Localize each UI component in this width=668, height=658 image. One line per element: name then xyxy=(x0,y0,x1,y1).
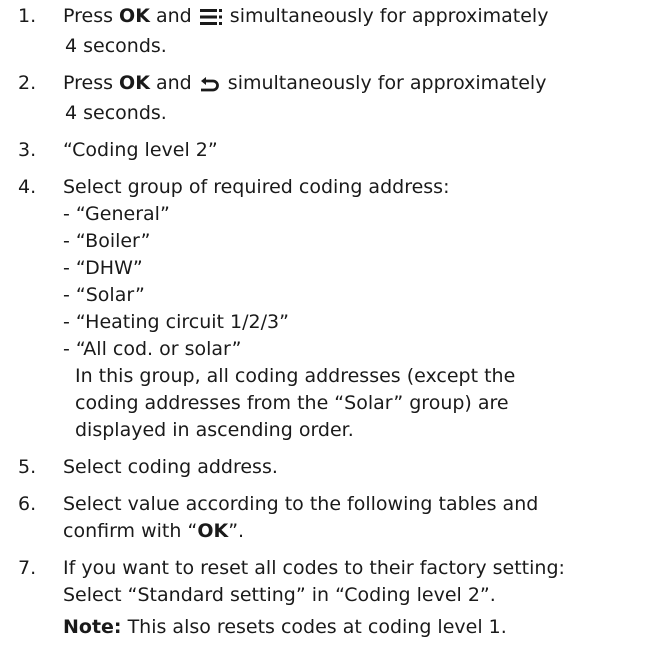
step-number: 6. xyxy=(18,493,37,515)
step-number: 3. xyxy=(18,139,37,161)
group-item: - “Boiler” xyxy=(63,230,151,252)
step-text-line2: Select “Standard setting” in “Coding lev… xyxy=(63,584,496,606)
step-7: 7. If you want to reset all codes to the… xyxy=(18,555,662,641)
group-item: - “Solar” xyxy=(63,284,145,306)
ok-key: OK xyxy=(197,520,229,542)
step-text: If you want to reset all codes to their … xyxy=(63,557,565,579)
step-continuation: 4 seconds. xyxy=(65,35,167,57)
group-item: - “All cod. or solar” xyxy=(63,338,242,360)
step-text: Select group of required coding address: xyxy=(63,176,450,198)
coding-instructions: 1. Press OK and simultaneously for appro… xyxy=(0,0,668,658)
step-number: 1. xyxy=(18,5,37,27)
step-text: Press OK and simultaneously for approxim… xyxy=(63,5,548,27)
step-text: “Coding level 2” xyxy=(63,139,218,161)
step-number: 7. xyxy=(18,557,37,579)
step-number: 2. xyxy=(18,72,37,94)
back-arrow-icon xyxy=(200,73,220,100)
step-continuation: 4 seconds. xyxy=(65,102,167,124)
step-5: 5. Select coding address. xyxy=(18,454,662,481)
group-item: - “General” xyxy=(63,203,170,225)
menu-icon xyxy=(199,6,222,33)
group-item: - “Heating circuit 1/2/3” xyxy=(63,311,289,333)
step-text-line2: confirm with “OK”. xyxy=(63,520,245,542)
step-6: 6. Select value according to the followi… xyxy=(18,491,662,545)
group-item: - “DHW” xyxy=(63,257,143,279)
ok-key: OK xyxy=(119,5,150,27)
step-list: 1. Press OK and simultaneously for appro… xyxy=(18,3,662,641)
group-list: - “General” - “Boiler” - “DHW” - “Solar”… xyxy=(63,201,662,363)
step-4: 4. Select group of required coding addre… xyxy=(18,174,662,444)
note-text: This also resets codes at coding level 1… xyxy=(121,616,507,638)
ok-key: OK xyxy=(119,72,150,94)
step-number: 5. xyxy=(18,456,37,478)
step-1: 1. Press OK and simultaneously for appro… xyxy=(18,3,662,60)
step-text: Press OK and simultaneously for approxim… xyxy=(63,72,546,94)
step-number: 4. xyxy=(18,176,37,198)
group-note: In this group, all coding addresses (exc… xyxy=(75,365,516,441)
note-label: Note: xyxy=(63,616,122,638)
step-3: 3. “Coding level 2” xyxy=(18,137,662,164)
step-2: 2. Press OK and simultaneously for appro… xyxy=(18,70,662,127)
note: Note: This also resets codes at coding l… xyxy=(63,614,662,641)
step-text: Select value according to the following … xyxy=(63,493,539,515)
step-text: Select coding address. xyxy=(63,456,278,478)
